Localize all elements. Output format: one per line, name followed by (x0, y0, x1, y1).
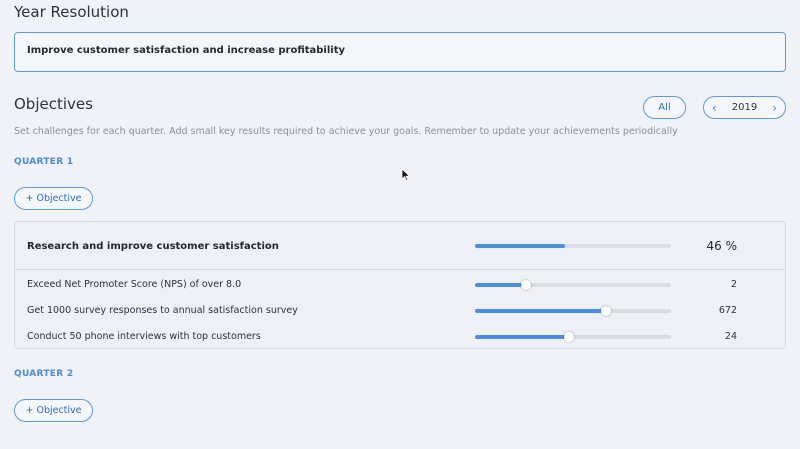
objective-title: Research and improve customer satisfacti… (27, 241, 279, 252)
objective-percent: 46 % (706, 239, 738, 253)
key-result-label: Get 1000 survey responses to annual sati… (27, 305, 298, 316)
quarter-1-label: QUARTER 1 (14, 157, 74, 167)
key-result-slider[interactable] (475, 332, 671, 342)
objective-progress-bar (475, 244, 671, 248)
key-result-value: 2 (730, 279, 737, 290)
slider-handle[interactable] (520, 280, 531, 290)
key-result-value: 24 (724, 331, 737, 342)
slider-handle[interactable] (564, 332, 575, 342)
chevron-right-icon[interactable]: › (772, 102, 777, 114)
year-resolution-value: Improve customer satisfaction and increa… (27, 45, 346, 56)
chevron-left-icon[interactable]: ‹ (712, 102, 717, 114)
key-result-slider-fill (475, 283, 526, 287)
key-result-row[interactable]: Exceed Net Promoter Score (NPS) of over … (15, 272, 785, 298)
key-result-row[interactable]: Get 1000 survey responses to annual sati… (15, 298, 785, 324)
key-result-slider-fill (475, 335, 570, 339)
objectives-subtitle: Set challenges for each quarter. Add sma… (14, 126, 678, 137)
add-objective-button-q2[interactable]: + Objective (14, 399, 93, 422)
filter-all-button[interactable]: All (643, 96, 686, 119)
key-result-label: Conduct 50 phone interviews with top cus… (27, 331, 261, 342)
slider-handle[interactable] (601, 306, 612, 316)
key-result-slider[interactable] (475, 280, 671, 290)
add-objective-button-q1[interactable]: + Objective (14, 187, 93, 210)
objectives-title: Objectives (14, 95, 93, 113)
key-result-slider[interactable] (475, 306, 671, 316)
year-label: 2019 (731, 102, 758, 113)
key-result-row[interactable]: Conduct 50 phone interviews with top cus… (15, 324, 785, 350)
key-result-slider-fill (475, 309, 607, 313)
objective-card: Research and improve customer satisfacti… (14, 221, 786, 349)
quarter-2-label: QUARTER 2 (14, 369, 74, 379)
objective-progress-fill (475, 244, 566, 248)
mouse-cursor-icon (401, 168, 411, 182)
year-resolution-field[interactable]: Improve customer satisfaction and increa… (14, 32, 786, 72)
year-resolution-title: Year Resolution (14, 3, 129, 21)
key-result-value: 672 (718, 305, 737, 316)
year-picker: ‹ 2019 › (703, 96, 786, 119)
objective-header[interactable]: Research and improve customer satisfacti… (15, 222, 785, 270)
key-result-label: Exceed Net Promoter Score (NPS) of over … (27, 279, 242, 290)
